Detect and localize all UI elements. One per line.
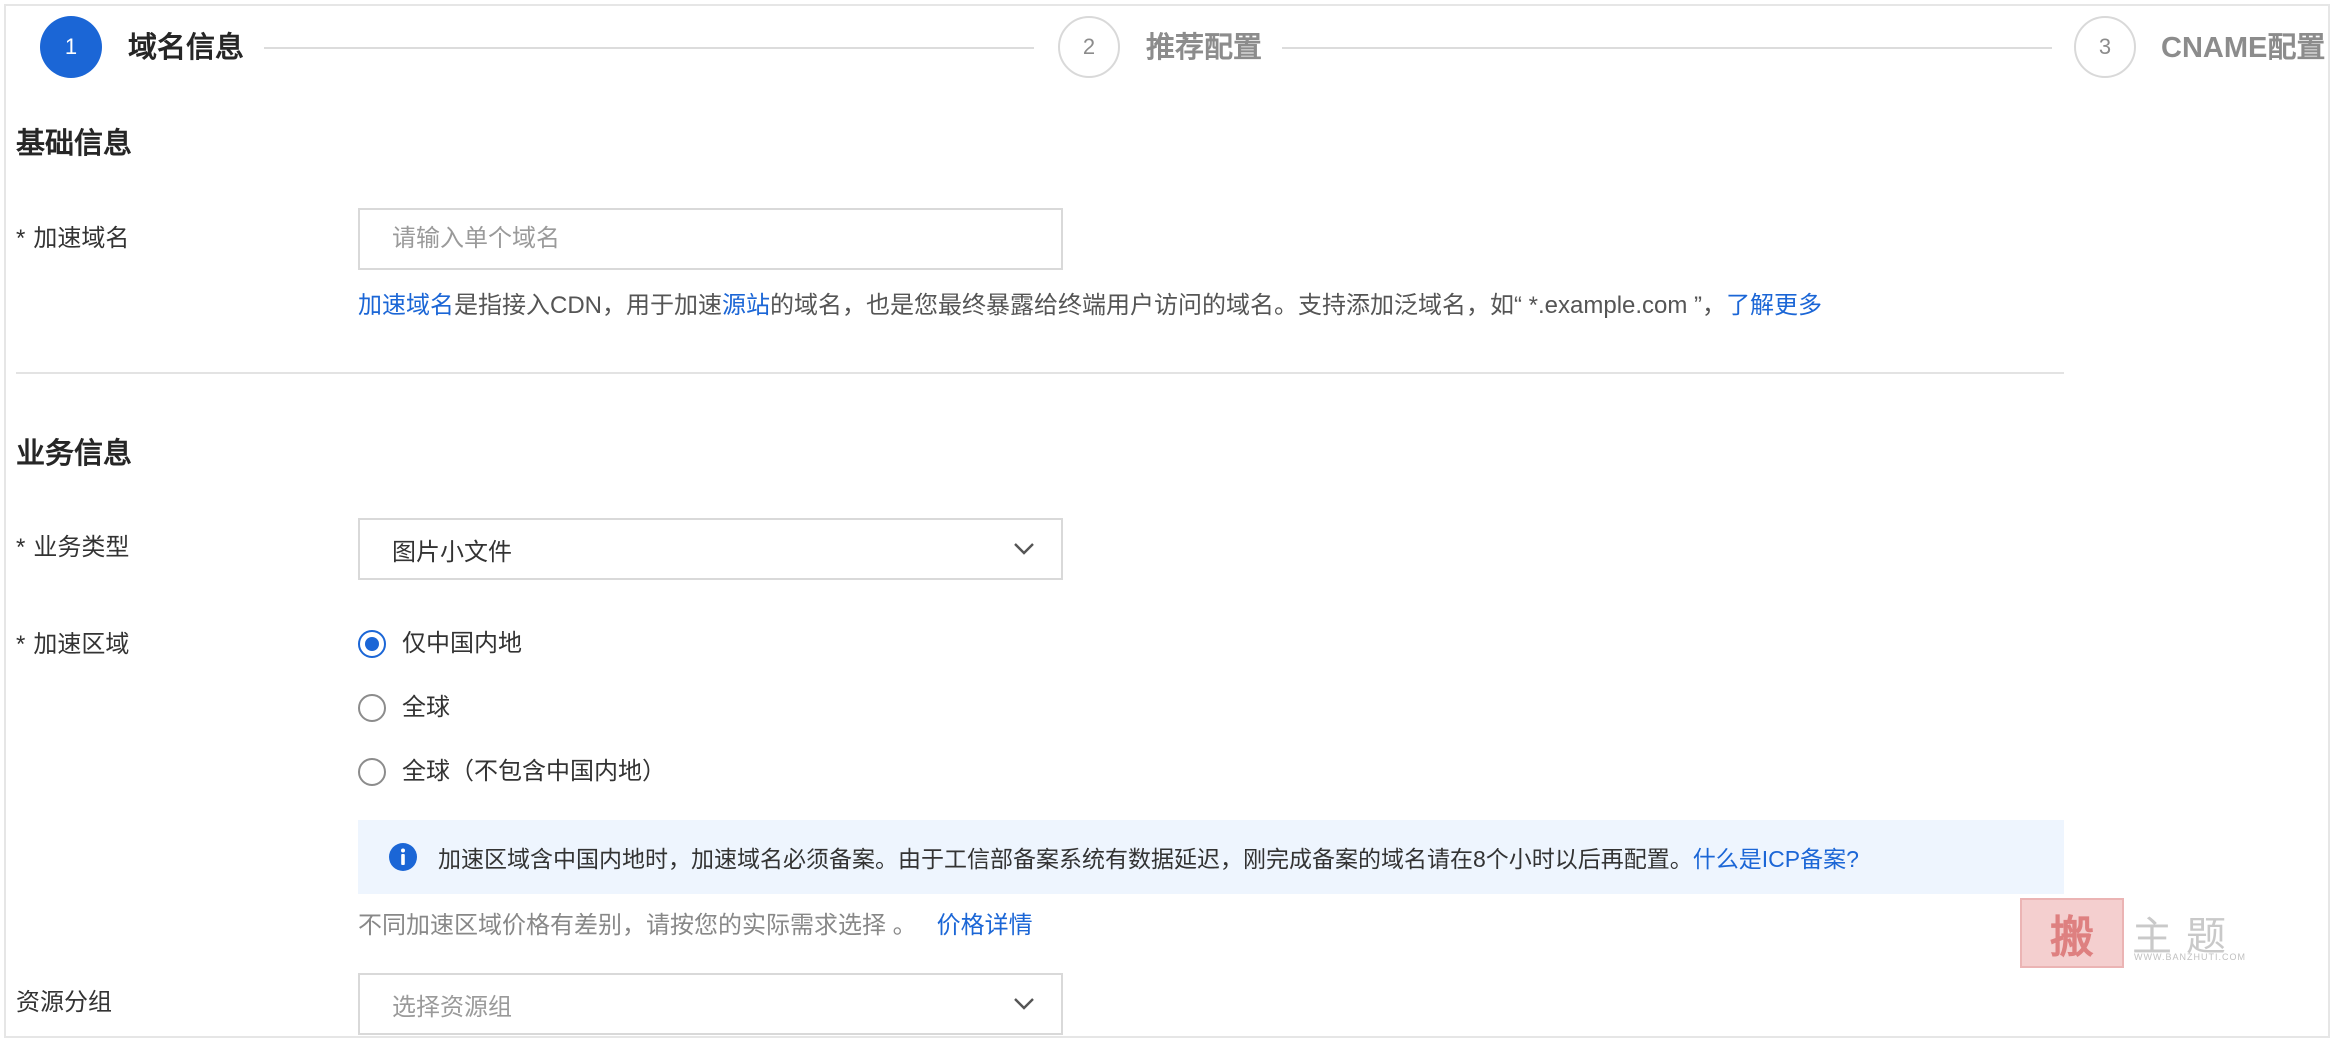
section-divider — [16, 372, 2064, 374]
notice-text: 加速区域含中国内地时，加速域名必须备案。由于工信部备案系统有数据延迟，刚完成备案… — [438, 846, 1859, 872]
radio-global[interactable]: 全球 — [358, 693, 450, 723]
step-connector-2 — [1282, 47, 2052, 49]
radio-label: 仅中国内地 — [402, 630, 522, 657]
business-info-title: 业务信息 — [16, 438, 133, 470]
radio-label: 全球（不包含中国内地） — [402, 758, 666, 785]
info-icon — [389, 843, 417, 871]
radio-china-mainland[interactable]: 仅中国内地 — [358, 629, 522, 659]
radio-unchecked-icon[interactable] — [358, 694, 386, 722]
icp-notice: 加速区域含中国内地时，加速域名必须备案。由于工信部备案系统有数据延迟，刚完成备案… — [358, 820, 2064, 894]
accelerated-domain-link[interactable]: 加速域名 — [358, 292, 454, 319]
what-is-icp-link[interactable]: 什么是ICP备案? — [1693, 846, 1859, 872]
resource-group-select[interactable]: 选择资源组 — [358, 973, 1063, 1035]
region-label: * 加速区域 — [16, 631, 130, 658]
watermark-url: WWW.BANZHUTI.COM — [2134, 952, 2246, 962]
domain-input[interactable] — [392, 210, 1061, 268]
radio-global-excl-china[interactable]: 全球（不包含中国内地） — [358, 757, 666, 787]
chevron-down-icon — [1014, 998, 1034, 1010]
business-type-select[interactable]: 图片小文件 — [358, 518, 1063, 580]
basic-info-title: 基础信息 — [16, 128, 133, 160]
price-details-link[interactable]: 价格详情 — [937, 912, 1033, 939]
steps-bar: 1 域名信息 2 推荐配置 3 CNAME配置 — [0, 0, 2334, 100]
domain-help-text: 加速域名是指接入CDN，用于加速源站的域名，也是您最终暴露给终端用户访问的域名。… — [358, 292, 1823, 319]
domain-label: * 加速域名 — [16, 225, 130, 252]
business-type-label: * 业务类型 — [16, 534, 130, 561]
required-mark: * — [16, 631, 26, 658]
step-3-circle: 3 — [2074, 16, 2136, 78]
step-1-circle: 1 — [40, 16, 102, 78]
business-type-value: 图片小文件 — [392, 538, 512, 566]
step-connector-1 — [264, 47, 1034, 49]
domain-input-box[interactable] — [358, 208, 1063, 270]
resource-group-label: 资源分组 — [16, 989, 112, 1016]
step-2-label: 推荐配置 — [1146, 32, 1263, 64]
radio-checked-icon[interactable] — [358, 630, 386, 658]
origin-link[interactable]: 源站 — [722, 292, 770, 319]
chevron-down-icon — [1014, 543, 1034, 555]
required-mark: * — [16, 534, 26, 561]
learn-more-link[interactable]: 了解更多 — [1726, 292, 1822, 319]
watermark-seal: 搬 — [2020, 898, 2124, 968]
resource-group-placeholder: 选择资源组 — [392, 993, 512, 1021]
step-3-label: CNAME配置 — [2161, 32, 2326, 64]
radio-unchecked-icon[interactable] — [358, 758, 386, 786]
radio-label: 全球 — [402, 694, 450, 721]
step-1-label: 域名信息 — [128, 32, 245, 64]
watermark-logo: 搬 主题 WWW.BANZHUTI.COM — [2020, 898, 2250, 968]
required-mark: * — [16, 225, 26, 252]
step-2-circle: 2 — [1058, 16, 1120, 78]
price-hint: 不同加速区域价格有差别，请按您的实际需求选择 。价格详情 — [358, 912, 1033, 939]
